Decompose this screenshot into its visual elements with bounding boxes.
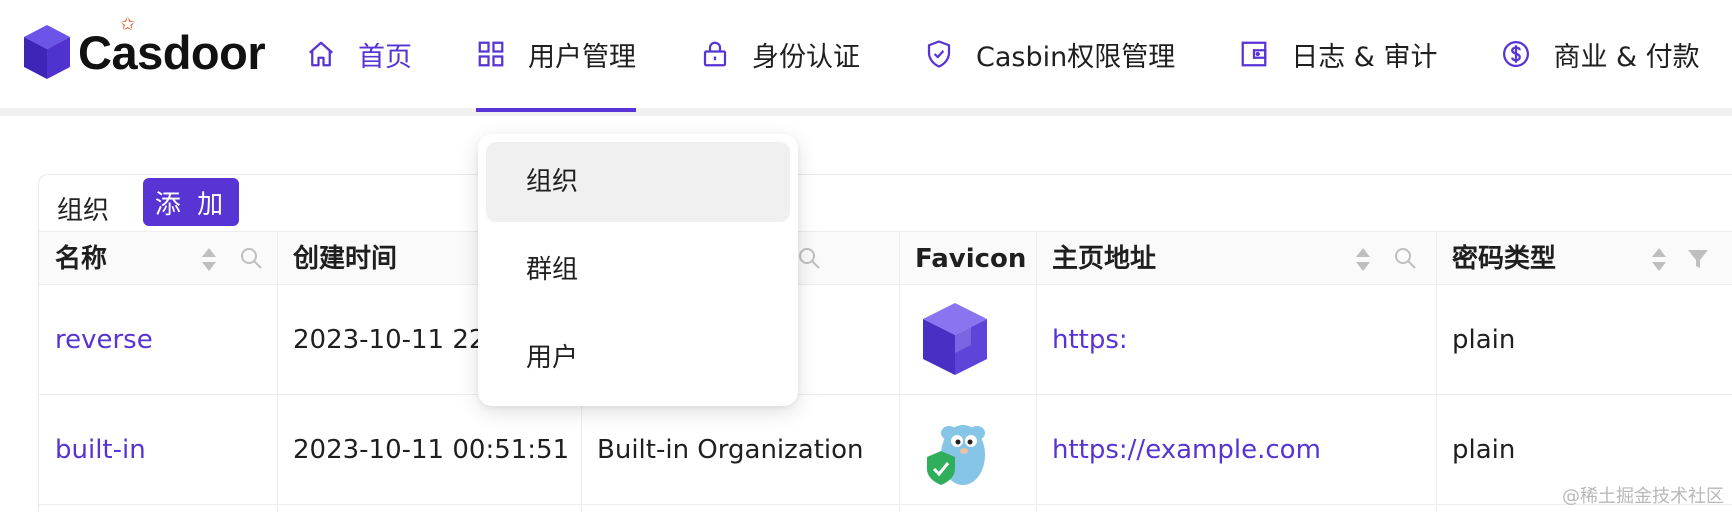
table-row: reverse 2023-10-11 22 https: plain: [39, 285, 1732, 395]
search-icon[interactable]: [797, 246, 821, 270]
gopher-shield-icon: [927, 425, 985, 485]
nav-label-casbin-permissions: Casbin权限管理: [976, 41, 1176, 73]
table-row: built-in 2023-10-11 00:51:51 Built-in Or…: [39, 395, 1732, 505]
nav-label-user-management: 用户管理: [528, 41, 636, 73]
nav-label-authentication: 身份认证: [752, 41, 860, 73]
casdoor-cube-icon: [923, 303, 987, 375]
created-time: 2023-10-11 00:51:51: [293, 435, 570, 465]
filter-icon[interactable]: [1687, 248, 1709, 270]
nav-label-logs-audit: 日志 & 审计: [1291, 41, 1438, 73]
nav-item-business-payments[interactable]: 商业 & 付款: [1501, 0, 1700, 108]
dollar-icon: [1503, 41, 1530, 67]
org-name-link[interactable]: reverse: [39, 285, 153, 395]
column-header-created[interactable]: 创建时间: [277, 232, 397, 286]
organizations-card: 组织 添 加 名称 创建时间 Favicon 主页地址 密码类型 reverse…: [38, 174, 1732, 512]
nav-item-casbin-permissions[interactable]: Casbin权限管理: [924, 0, 1175, 108]
nav-item-authentication[interactable]: 身份认证: [700, 0, 860, 108]
table-title: 组织: [57, 196, 110, 226]
dropdown-item-groups[interactable]: 群组: [486, 230, 790, 310]
logo-text: Casdoor: [78, 25, 266, 79]
nav-label-business-payments: 商业 & 付款: [1553, 41, 1700, 73]
top-header: Casdoor ✩ 首页 用户管理 身份认证 Casbin权限管理 日志 & 审…: [0, 0, 1732, 116]
wallet-icon: [1241, 41, 1267, 67]
nav-item-user-management[interactable]: 用户管理: [476, 0, 636, 112]
star-icon: ✩: [120, 14, 136, 35]
shield-check-icon: [927, 40, 951, 68]
sort-icon[interactable]: [201, 246, 217, 274]
homepage-link[interactable]: https://example.com: [1036, 395, 1321, 505]
column-header-password-type[interactable]: 密码类型: [1436, 232, 1556, 286]
sort-icon[interactable]: [1651, 246, 1667, 274]
sort-icon[interactable]: [1355, 246, 1371, 274]
search-icon[interactable]: [1393, 246, 1417, 270]
casdoor-logo[interactable]: Casdoor ✩: [22, 14, 266, 82]
nav-label-home: 首页: [358, 41, 412, 73]
column-header-homepage[interactable]: 主页地址: [1036, 232, 1156, 286]
add-button[interactable]: 添 加: [143, 178, 239, 226]
table-header: 名称 创建时间 Favicon 主页地址 密码类型: [39, 231, 1732, 285]
casdoor-cube-icon: [24, 25, 70, 79]
password-type: plain: [1452, 325, 1516, 355]
watermark: @稀土掘金技术社区: [1562, 486, 1724, 507]
password-type: plain: [1452, 435, 1516, 465]
nav-item-logs-audit[interactable]: 日志 & 审计: [1239, 0, 1437, 108]
nav-item-home[interactable]: 首页: [306, 0, 412, 108]
column-header-name[interactable]: 名称: [39, 232, 107, 286]
lock-icon: [703, 41, 727, 67]
dropdown-item-organizations[interactable]: 组织: [486, 142, 790, 222]
home-icon: [309, 41, 333, 67]
dropdown-item-users[interactable]: 用户: [486, 318, 790, 398]
main-nav: 首页 用户管理 身份认证 Casbin权限管理 日志 & 审计 商业 & 付款: [306, 0, 1700, 112]
column-header-favicon: Favicon: [915, 244, 1027, 274]
org-name-link[interactable]: built-in: [39, 395, 146, 505]
created-time: 2023-10-11 22: [293, 325, 486, 355]
homepage-link[interactable]: https:: [1036, 285, 1128, 395]
display-name: Built-in Organization: [597, 435, 864, 465]
search-icon[interactable]: [239, 246, 263, 270]
grid-icon: [478, 41, 504, 67]
user-management-dropdown: 组织 群组 用户: [478, 134, 798, 406]
